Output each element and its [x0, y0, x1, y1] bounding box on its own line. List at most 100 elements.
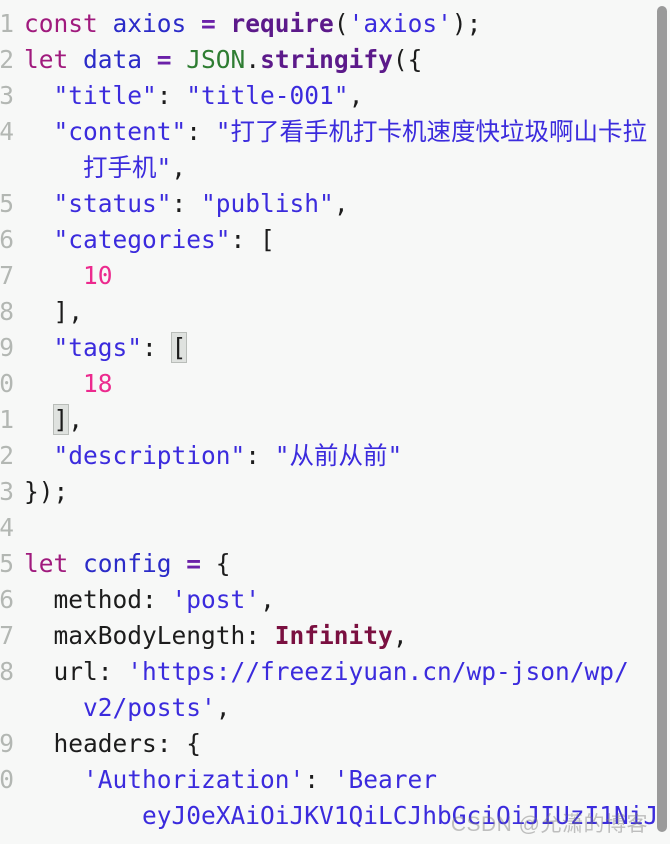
token-property-key: "description" — [53, 441, 246, 470]
line-number: 0 — [0, 765, 14, 794]
line-number: 9 — [0, 333, 14, 362]
token-class: JSON — [171, 45, 246, 74]
token-punctuation: , — [260, 585, 275, 614]
code-line[interactable]: 6 "categories": [ — [0, 222, 670, 258]
token-punctuation: : — [245, 441, 275, 470]
token-property-key: 'Authorization' — [83, 765, 305, 794]
code-line[interactable]: 6 method: 'post', — [0, 582, 670, 618]
code-line-wrapped[interactable]: 打手机", — [0, 150, 670, 186]
token-punctuation: : — [97, 657, 128, 686]
code-line[interactable]: 9 headers: { — [0, 726, 670, 762]
token-number: 18 — [83, 369, 113, 398]
token-punctuation: , — [348, 81, 364, 110]
token-punctuation: : — [171, 189, 202, 218]
token-operator: = — [201, 9, 216, 38]
token-punctuation: ( — [333, 9, 349, 38]
code-line-content: ], — [24, 402, 670, 438]
code-content-area[interactable]: 1 const axios = require('axios'); 2 let … — [0, 0, 670, 844]
code-line[interactable]: 3 "title": "title-001", — [0, 78, 670, 114]
token-punctuation: : — [230, 225, 261, 254]
token-string: 'https://freeziyuan.cn/wp-json/wp/ — [127, 657, 629, 686]
token-property-key: "title" — [53, 81, 157, 110]
token-property-key: "tags" — [53, 333, 143, 362]
token-brace-open: { — [186, 729, 202, 758]
token-punctuation: : — [156, 81, 187, 110]
line-number: 2 — [0, 45, 14, 74]
code-line-content: "content": "打了看手机打卡机速度快垃圾啊山卡拉 — [24, 114, 670, 150]
code-editor: 1 const axios = require('axios'); 2 let … — [0, 0, 670, 844]
code-line[interactable]: 4 "content": "打了看手机打卡机速度快垃圾啊山卡拉 — [0, 114, 670, 150]
token-punctuation: : — [142, 333, 172, 362]
line-number: 5 — [0, 549, 14, 578]
code-line[interactable]: 5 "status": "publish", — [0, 186, 670, 222]
token-property-key: method — [53, 585, 143, 614]
code-line-content: }); — [24, 474, 670, 510]
token-punctuation: , — [215, 693, 231, 722]
code-line-content: 18 — [24, 366, 670, 402]
token-punctuation: : — [156, 729, 187, 758]
code-line[interactable]: 8 url: 'https://freeziyuan.cn/wp-json/wp… — [0, 654, 670, 690]
code-line[interactable]: 9 "tags": [ — [0, 330, 670, 366]
token-punctuation: ); — [451, 9, 482, 38]
code-line-content: const axios = require('axios'); — [24, 6, 670, 42]
token-string: "publish" — [201, 189, 334, 218]
token-string-jwt: eyJ0eXAiOiJKV1QiLCJhbGciOiJIUzI1NiJ — [142, 801, 659, 830]
token-punctuation: , — [68, 405, 84, 434]
vertical-scrollbar[interactable] — [654, 0, 670, 844]
token-string: v2/posts' — [83, 693, 216, 722]
code-line[interactable]: 7 10 — [0, 258, 670, 294]
token-property-key: "status" — [53, 189, 172, 218]
code-line[interactable]: 1 ], — [0, 402, 670, 438]
token-bracket-close: ] — [53, 297, 69, 326]
line-number: 6 — [0, 225, 14, 254]
code-line-content: eyJ0eXAiOiJKV1QiLCJhbGciOiJIUzI1NiJ — [24, 798, 670, 834]
token-punctuation: : — [142, 585, 172, 614]
token-function: require — [215, 9, 334, 38]
token-bracket-close-matched: ] — [52, 404, 70, 435]
token-punctuation: , — [392, 621, 408, 650]
code-line[interactable]: 7 maxBodyLength: Infinity, — [0, 618, 670, 654]
code-line-content: 打手机", — [24, 150, 670, 186]
line-number: 1 — [0, 405, 14, 434]
code-line[interactable]: 0 18 — [0, 366, 670, 402]
code-line-content: ], — [24, 294, 670, 330]
code-line[interactable]: 2 "description": "从前从前" — [0, 438, 670, 474]
token-string: 'post' — [171, 585, 261, 614]
line-number: 0 — [0, 369, 14, 398]
token-bracket-open-matched: [ — [170, 332, 188, 363]
code-line-wrapped[interactable]: eyJ0eXAiOiJKV1QiLCJhbGciOiJIUzI1NiJ — [0, 798, 670, 834]
code-line[interactable]: 2 let data = JSON.stringify({ — [0, 42, 670, 78]
code-line[interactable]: 5 let config = { — [0, 546, 670, 582]
code-line-content: "categories": [ — [24, 222, 670, 258]
code-line-content: "status": "publish", — [24, 186, 670, 222]
token-property-key: headers — [53, 729, 157, 758]
code-line-wrapped[interactable]: v2/posts', — [0, 690, 670, 726]
code-line-content: let data = JSON.stringify({ — [24, 42, 670, 78]
token-string: 打手机" — [83, 153, 172, 182]
token-punctuation: , — [68, 297, 84, 326]
scrollbar-thumb[interactable] — [657, 6, 667, 832]
code-line[interactable]: 4 — [0, 510, 670, 546]
code-line[interactable]: 3 }); — [0, 474, 670, 510]
code-line[interactable]: 1 const axios = require('axios'); — [0, 6, 670, 42]
line-number: 4 — [0, 117, 14, 146]
code-line[interactable]: 0 'Authorization': 'Bearer — [0, 762, 670, 798]
code-line-content: maxBodyLength: Infinity, — [24, 618, 670, 654]
code-line-content: "title": "title-001", — [24, 78, 670, 114]
code-line-content: 'Authorization': 'Bearer — [24, 762, 670, 798]
token-identifier: data — [68, 45, 157, 74]
token-bracket-open: [ — [260, 225, 275, 254]
code-line[interactable]: 8 ], — [0, 294, 670, 330]
token-keyword: let — [24, 549, 69, 578]
